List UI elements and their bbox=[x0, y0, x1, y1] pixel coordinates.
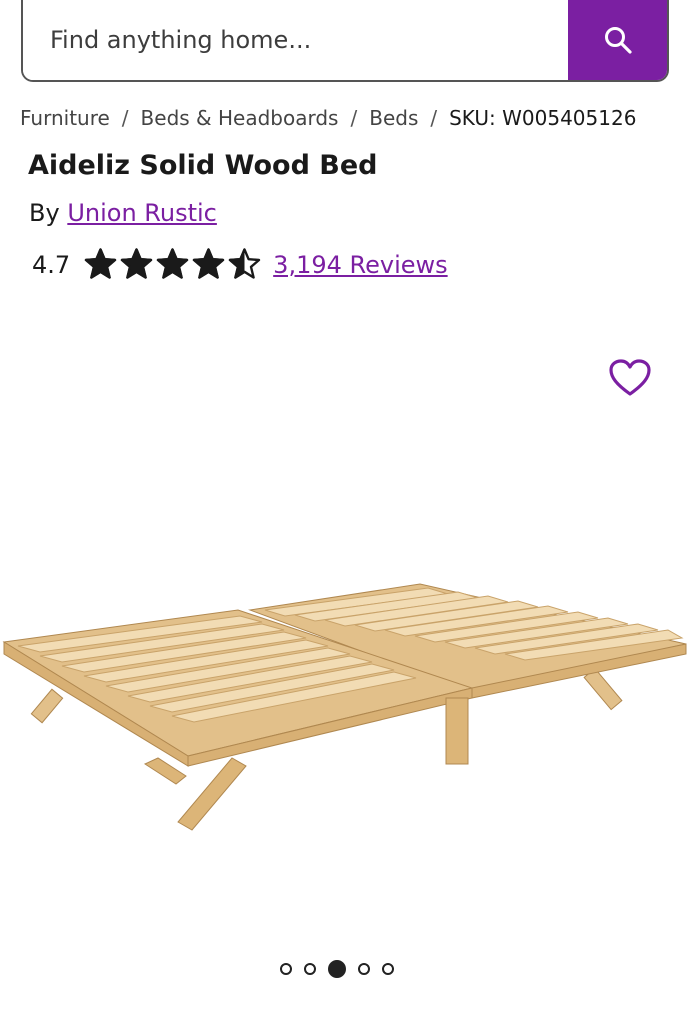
brand-prefix: By bbox=[29, 199, 60, 227]
star-full-icon bbox=[192, 248, 225, 279]
rating-row: 4.7 3,194 Reviews bbox=[32, 248, 448, 281]
carousel-dot[interactable] bbox=[280, 963, 292, 975]
star-full-icon bbox=[156, 248, 189, 279]
breadcrumb-item-beds[interactable]: Beds bbox=[369, 106, 418, 130]
brand-line: By Union Rustic bbox=[29, 199, 217, 227]
favorite-heart-icon[interactable] bbox=[608, 358, 652, 398]
carousel-dot[interactable] bbox=[382, 963, 394, 975]
search-icon bbox=[604, 27, 632, 54]
breadcrumb-separator: / bbox=[121, 106, 129, 130]
star-half-icon bbox=[228, 248, 261, 279]
carousel-indicator bbox=[280, 960, 394, 978]
carousel-dot[interactable] bbox=[328, 960, 346, 978]
reviews-link[interactable]: 3,194 Reviews bbox=[273, 251, 447, 279]
sku-label: SKU: W005405126 bbox=[449, 106, 637, 130]
rating-value: 4.7 bbox=[32, 250, 71, 279]
search-input[interactable] bbox=[23, 0, 568, 80]
carousel-dot[interactable] bbox=[304, 963, 316, 975]
product-image bbox=[2, 583, 687, 831]
search-button[interactable] bbox=[568, 0, 667, 80]
breadcrumb: Furniture / Beds & Headboards / Beds / SKU: W0… bbox=[20, 106, 636, 130]
breadcrumb-separator: / bbox=[350, 106, 358, 130]
star-rating bbox=[84, 248, 261, 281]
carousel-dot[interactable] bbox=[358, 963, 370, 975]
star-full-icon bbox=[84, 248, 117, 279]
product-title: Aideliz Solid Wood Bed bbox=[28, 150, 378, 181]
breadcrumb-separator: / bbox=[430, 106, 438, 130]
search-bar bbox=[21, 0, 669, 82]
star-full-icon bbox=[120, 248, 153, 279]
breadcrumb-item-furniture[interactable]: Furniture bbox=[20, 106, 110, 130]
brand-link[interactable]: Union Rustic bbox=[67, 199, 217, 227]
breadcrumb-item-beds-headboards[interactable]: Beds & Headboards bbox=[141, 106, 339, 130]
